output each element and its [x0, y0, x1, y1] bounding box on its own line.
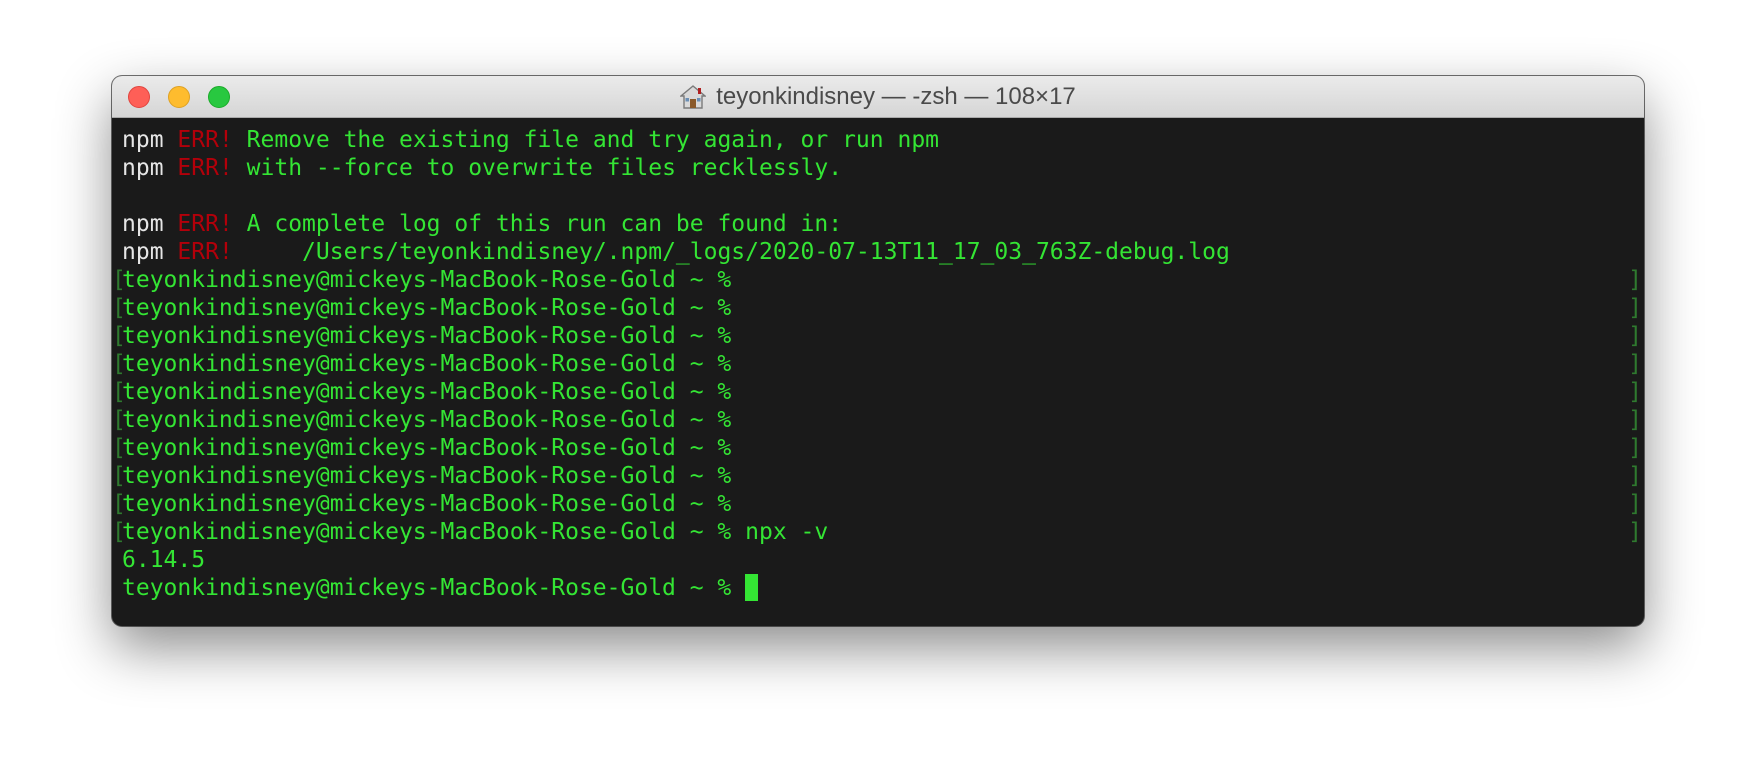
npm-label: npm: [122, 211, 164, 237]
prompt-text: teyonkindisney@mickeys-MacBook-Rose-Gold…: [122, 519, 732, 545]
mark-bracket-left: [: [112, 435, 126, 461]
mark-bracket-right: ]: [1628, 435, 1642, 461]
mark-bracket-right: ]: [1628, 379, 1642, 405]
prompt-text: teyonkindisney@mickeys-MacBook-Rose-Gold…: [122, 491, 732, 517]
err-label: ERR!: [177, 211, 233, 237]
prompt-line: [teyonkindisney@mickeys-MacBook-Rose-Gol…: [112, 434, 1644, 462]
prompt-line: [teyonkindisney@mickeys-MacBook-Rose-Gol…: [112, 266, 1644, 294]
terminal-window: teyonkindisney — -zsh — 108×17 npm ERR! …: [112, 76, 1644, 626]
mark-bracket-right: ]: [1628, 407, 1642, 433]
npm-label: npm: [122, 239, 164, 265]
prompt-text: teyonkindisney@mickeys-MacBook-Rose-Gold…: [122, 463, 732, 489]
error-message: with --force to overwrite files reckless…: [246, 155, 843, 181]
prompt-line: [teyonkindisney@mickeys-MacBook-Rose-Gol…: [112, 490, 1644, 518]
prompt-text: teyonkindisney@mickeys-MacBook-Rose-Gold…: [122, 323, 732, 349]
mark-bracket-left: [: [112, 323, 126, 349]
prompt-text: teyonkindisney@mickeys-MacBook-Rose-Gold…: [122, 379, 732, 405]
text-cursor[interactable]: [745, 574, 759, 601]
prompt-text: teyonkindisney@mickeys-MacBook-Rose-Gold…: [122, 435, 732, 461]
mark-bracket-right: ]: [1628, 267, 1642, 293]
mark-bracket-left: [: [112, 267, 126, 293]
mark-bracket-right: ]: [1628, 323, 1642, 349]
mark-bracket-right: ]: [1628, 519, 1642, 545]
prompt-text: teyonkindisney@mickeys-MacBook-Rose-Gold…: [122, 267, 732, 293]
npm-label: npm: [122, 127, 164, 153]
prompt-line: [teyonkindisney@mickeys-MacBook-Rose-Gol…: [112, 294, 1644, 322]
prompt-line: [teyonkindisney@mickeys-MacBook-Rose-Gol…: [112, 350, 1644, 378]
window-title-container: teyonkindisney — -zsh — 108×17: [112, 76, 1644, 118]
command-line: [teyonkindisney@mickeys-MacBook-Rose-Gol…: [112, 518, 1644, 546]
terminal-content[interactable]: npm ERR! Remove the existing file and tr…: [112, 118, 1644, 626]
mark-bracket-left: [: [112, 491, 126, 517]
prompt-text: teyonkindisney@mickeys-MacBook-Rose-Gold…: [122, 407, 732, 433]
prompt-text: teyonkindisney@mickeys-MacBook-Rose-Gold…: [122, 575, 732, 601]
mark-bracket-right: ]: [1628, 351, 1642, 377]
title-bar[interactable]: teyonkindisney — -zsh — 108×17: [112, 76, 1644, 118]
mark-bracket-left: [: [112, 379, 126, 405]
command-text: npx -v: [731, 519, 829, 545]
prompt-line: [teyonkindisney@mickeys-MacBook-Rose-Gol…: [112, 406, 1644, 434]
error-line: npm ERR! Remove the existing file and tr…: [112, 126, 1644, 154]
mark-bracket-left: [: [112, 295, 126, 321]
error-log-path: /Users/teyonkindisney/.npm/_logs/2020-07…: [246, 239, 1230, 265]
error-message: Remove the existing file and try again, …: [246, 127, 940, 153]
home-folder-icon: [680, 85, 707, 109]
error-message: A complete log of this run can be found …: [246, 211, 843, 237]
prompt-line: [teyonkindisney@mickeys-MacBook-Rose-Gol…: [112, 322, 1644, 350]
err-label: ERR!: [177, 155, 233, 181]
mark-bracket-right: ]: [1628, 491, 1642, 517]
mark-bracket-right: ]: [1628, 463, 1642, 489]
output-line: 6.14.5: [112, 546, 1644, 574]
npm-label: npm: [122, 155, 164, 181]
mark-bracket-left: [: [112, 463, 126, 489]
active-prompt-line[interactable]: teyonkindisney@mickeys-MacBook-Rose-Gold…: [112, 574, 1644, 602]
prompt-line: [teyonkindisney@mickeys-MacBook-Rose-Gol…: [112, 462, 1644, 490]
error-line: npm ERR! A complete log of this run can …: [112, 210, 1644, 238]
error-line: npm ERR! with --force to overwrite files…: [112, 154, 1644, 182]
mark-bracket-left: [: [112, 407, 126, 433]
mark-bracket-left: [: [112, 519, 126, 545]
mark-bracket-right: ]: [1628, 295, 1642, 321]
prompt-line: [teyonkindisney@mickeys-MacBook-Rose-Gol…: [112, 378, 1644, 406]
window-title: teyonkindisney — -zsh — 108×17: [716, 83, 1076, 110]
prompt-text: teyonkindisney@mickeys-MacBook-Rose-Gold…: [122, 295, 732, 321]
err-label: ERR!: [177, 127, 233, 153]
prompt-text: teyonkindisney@mickeys-MacBook-Rose-Gold…: [122, 351, 732, 377]
error-line: npm ERR! /Users/teyonkindisney/.npm/_log…: [112, 238, 1644, 266]
command-output: 6.14.5: [122, 547, 206, 573]
err-label: ERR!: [177, 239, 233, 265]
mark-bracket-left: [: [112, 351, 126, 377]
